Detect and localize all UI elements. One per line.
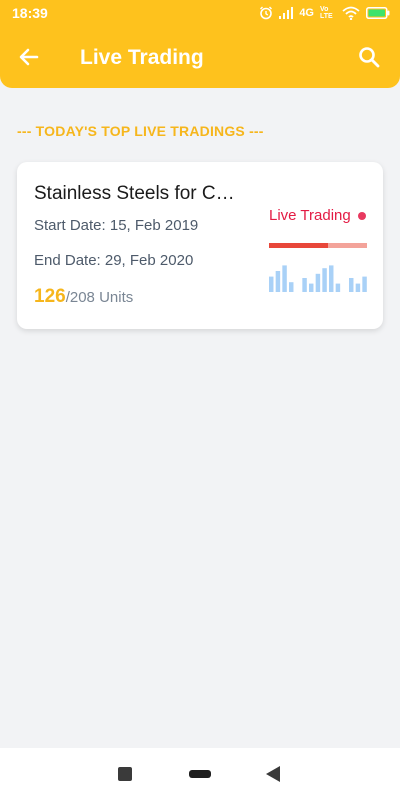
end-date: End Date: 29, Feb 2020 [34, 252, 194, 269]
page-title: Live Trading [80, 46, 204, 69]
live-trading-status: Live Trading [269, 207, 351, 224]
trading-card[interactable]: Stainless Steels for C… Start Date: 15, … [17, 162, 383, 329]
mini-chart-bar [275, 271, 281, 292]
volte-indicator: Vo LTE [320, 6, 333, 20]
mini-chart-bar [335, 283, 341, 292]
search-button[interactable] [356, 44, 382, 70]
mini-chart-bar [302, 278, 307, 292]
section-heading: --- TODAY'S TOP LIVE TRADINGS --- [17, 123, 264, 139]
mini-chart-bar [322, 268, 327, 292]
mini-bar-chart [269, 265, 367, 292]
units-total: /208 Units [65, 289, 134, 306]
wifi-icon [342, 6, 360, 20]
app-bar: Live Trading [0, 30, 400, 84]
home-pill-icon[interactable] [189, 770, 211, 778]
mini-chart-bar [349, 278, 354, 292]
trading-card-title: Stainless Steels for C… [34, 183, 235, 204]
status-icons: 4G Vo LTE [259, 4, 390, 22]
recents-square-icon[interactable] [118, 767, 132, 781]
alarm-icon [260, 6, 273, 20]
mini-chart-bar [309, 283, 314, 292]
mini-chart-bar [282, 265, 287, 292]
app-header: 18:39 4G Vo LTE Live Trading [0, 0, 400, 88]
live-indicator-dot [358, 212, 366, 220]
mini-chart-bar [329, 265, 334, 292]
units-count: 126/208 Units [34, 286, 133, 308]
status-time: 18:39 [12, 5, 48, 21]
system-nav-bar [0, 748, 400, 800]
units-current: 126 [34, 286, 66, 307]
search-icon [359, 47, 380, 68]
back-triangle-icon[interactable] [266, 766, 280, 782]
arrow-left-icon [19, 48, 39, 66]
mini-chart-bar [289, 282, 294, 292]
battery-icon [366, 7, 390, 19]
mini-chart-bar [355, 283, 361, 292]
trading-progress-fill [269, 243, 328, 248]
mini-chart-bar [362, 276, 367, 292]
status-bar: 18:39 4G Vo LTE [0, 0, 400, 26]
mini-chart-bar [315, 273, 321, 292]
back-button[interactable] [16, 44, 42, 70]
start-date: Start Date: 15, Feb 2019 [34, 217, 199, 234]
signal-icon [279, 7, 294, 19]
trading-progress-bar [269, 243, 367, 248]
mini-chart-bar [269, 276, 274, 292]
network-type: 4G [299, 7, 314, 19]
